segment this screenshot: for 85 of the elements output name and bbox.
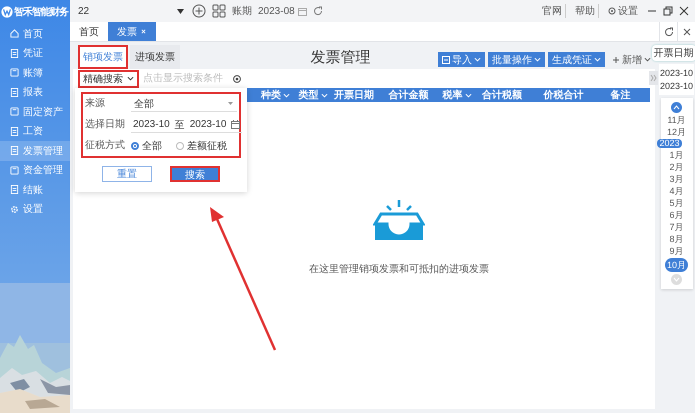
source-select[interactable]: 全部 [131,96,237,112]
chevron-icon [534,57,541,62]
add-icon[interactable] [192,4,206,18]
date-range-value: 2023-10 [659,68,694,78]
period-label: 账期 [232,4,252,18]
chevron-icon [320,92,328,98]
field-label: 选择日期 [85,118,126,132]
calendar-icon [298,6,307,16]
field-label: 来源 [85,97,106,111]
chevron-icon [474,57,481,62]
column-header[interactable]: 税率 [442,88,482,102]
page-tab[interactable]: 首页 [70,22,108,41]
month-item[interactable]: 11月 [667,115,686,125]
month-item[interactable]: 12月 [666,127,686,137]
document-icon [10,126,19,136]
reset-button[interactable]: 重置 [102,166,152,182]
close-icon[interactable] [679,6,689,16]
account-select[interactable]: 22 [76,6,186,16]
restore-icon[interactable] [663,6,673,16]
document-icon [10,185,19,194]
month-item[interactable]: 2月 [669,162,684,172]
header-link[interactable]: 帮助 [572,4,599,18]
column-header: 备注 [610,88,632,102]
sidebar-item[interactable]: 首页 [0,24,70,44]
chevron-icon [464,92,472,98]
date-field[interactable]: 2023-10 [190,119,226,130]
action-button[interactable]: 导入 [438,52,485,67]
month-item[interactable]: 6月 [669,210,684,220]
book-icon [10,68,19,78]
chevron-icon [127,76,134,81]
radio-option[interactable]: 全部 [131,139,162,153]
chevron-icon [594,57,601,62]
month-item[interactable]: 8月 [669,234,684,244]
date-range-value: 2023-10 [659,81,694,91]
column-header[interactable]: 种类 [261,88,299,102]
month-item[interactable]: 9月 [669,246,684,256]
settings-icon [10,204,19,214]
book-icon [10,166,19,175]
empty-message: 在这里管理销项发票和可抵扣的进项发票 [309,262,489,276]
page-title: 发票管理 [310,48,372,68]
column-header: 开票日期 [334,88,376,102]
close-icon[interactable] [682,26,692,36]
clear-icon[interactable] [233,74,241,82]
action-button[interactable]: 生成凭证 [548,52,605,67]
plus-icon [612,56,620,64]
grid-icon[interactable] [212,4,226,18]
header-link[interactable]: 官网 [539,4,566,18]
column-header: 合计金额 [388,88,430,102]
radio-option[interactable]: 差额征税 [176,139,227,153]
header-link[interactable]: 设置 [605,4,641,18]
search-mode-select[interactable]: 精确搜索 [78,70,139,88]
month-item[interactable]: 3月 [669,174,684,184]
tooltip: 开票日期 [652,45,695,61]
app-logo-text: 智禾智能财务 [14,6,68,19]
column-header: 价税合计 [543,88,584,102]
column-header[interactable]: 类型 [298,88,334,102]
month-item[interactable]: 7月 [669,222,684,232]
field-label: 征税方式 [85,139,126,153]
settings-icon [608,7,616,15]
invoice-tab[interactable]: 进项发票 [130,45,180,69]
home-icon [10,29,19,38]
import-icon [442,56,450,64]
book-icon [10,107,19,116]
refresh-icon[interactable] [664,26,674,36]
month-item[interactable]: 10月 [664,258,688,272]
month-item[interactable]: 1月 [669,150,684,160]
period-field[interactable]: 2023-08 [258,6,307,16]
action-button[interactable]: 批量操作 [488,52,545,67]
range-separator: 至 [174,118,185,132]
month-item[interactable]: 5月 [669,198,684,208]
calendar-icon[interactable] [231,120,240,129]
invoice-tab[interactable]: 销项发票 [78,45,128,69]
date-field[interactable]: 2023-10 [133,119,170,130]
page-tab[interactable]: 发票 [108,22,156,41]
refresh-icon[interactable] [312,6,323,16]
document-icon [10,48,19,58]
year-badge: 2023 [657,139,682,148]
document-icon [10,88,19,97]
column-header: 合计税额 [482,88,524,102]
month-item[interactable]: 4月 [669,186,684,196]
chevron-icon [644,57,651,62]
document-icon [10,146,19,156]
caret-icon [177,8,184,14]
logo-icon [1,6,13,18]
chevron-icon [283,92,290,98]
